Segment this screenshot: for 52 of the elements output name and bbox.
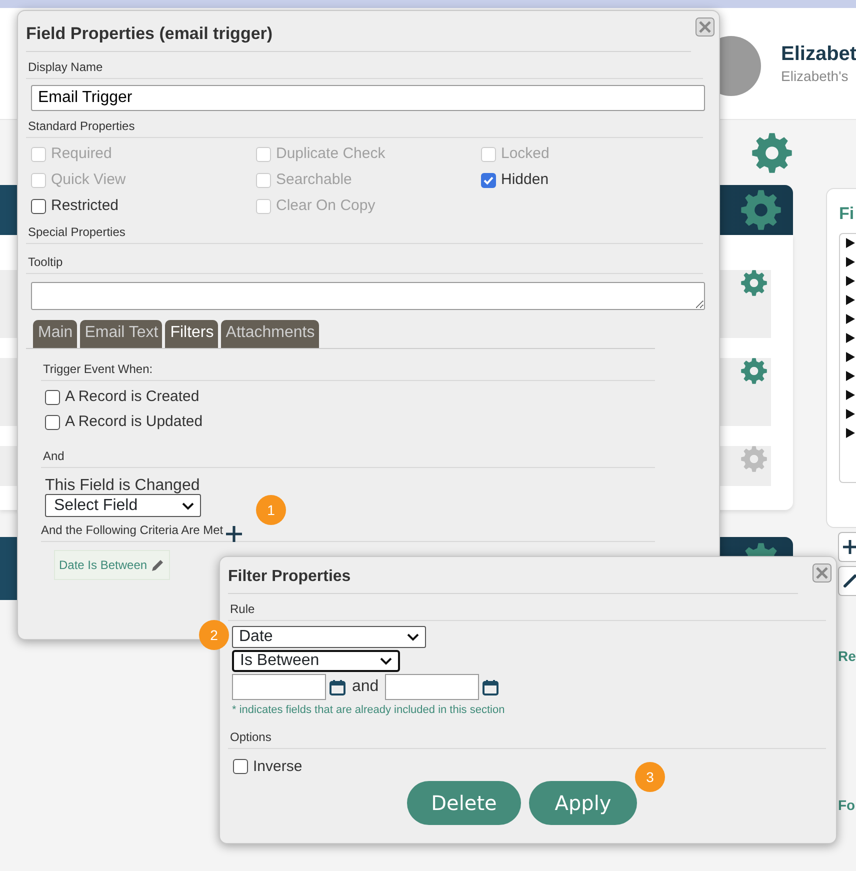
delete-button[interactable]: Delete	[407, 780, 521, 824]
display-name-field[interactable]: Email Trigger	[31, 85, 705, 111]
hint-text: * indicates fields that are already included in this section	[232, 703, 506, 718]
criteria-item[interactable]: Date Is Between	[54, 550, 170, 580]
field-dropdown[interactable]: Date	[232, 626, 426, 648]
settings-icon[interactable]	[741, 358, 767, 384]
end-date-field[interactable]	[384, 674, 479, 700]
checkbox[interactable]: Restricted	[31, 196, 256, 216]
section-label: And	[41, 444, 655, 468]
section-label: Special Properties	[26, 220, 703, 244]
tab[interactable]: Attachments	[220, 320, 319, 348]
caret-icon	[182, 502, 194, 510]
tooltip-field[interactable]	[31, 282, 705, 310]
section-label: Rule	[228, 597, 826, 621]
checkbox[interactable]: Hidden	[481, 170, 706, 190]
tab[interactable]: Email Text	[80, 320, 162, 348]
calendar-icon[interactable]	[329, 678, 346, 696]
add-icon	[843, 540, 856, 554]
caret-icon	[380, 657, 392, 665]
close-icon[interactable]	[695, 17, 715, 37]
pencil-icon[interactable]	[150, 558, 166, 572]
settings-icon[interactable]	[752, 132, 792, 172]
checkbox[interactable]: A Record is Created	[45, 387, 655, 407]
dialog-title: Filter Properties	[228, 567, 351, 587]
checkbox[interactable]: A Record is Updated	[45, 412, 655, 432]
section-label: Options	[228, 724, 826, 748]
section-label: And the Following Criteria Are Met	[41, 522, 224, 539]
and-label: and	[352, 677, 379, 697]
calendar-icon[interactable]	[482, 678, 499, 696]
operator-dropdown[interactable]: Is Between	[232, 650, 400, 672]
start-date-field[interactable]	[232, 674, 326, 700]
checkmark-icon	[483, 174, 494, 186]
caret-icon	[407, 633, 419, 641]
section-label: Standard Properties	[26, 114, 703, 138]
panel-title: Re	[837, 647, 856, 666]
panel-title: Fi	[839, 203, 856, 225]
close-icon[interactable]	[812, 563, 832, 583]
user-name: Elizabet	[781, 42, 856, 66]
panel-title: Fo	[837, 796, 856, 815]
section-label: Display Name	[26, 55, 703, 79]
select-field-dropdown[interactable]: Select Field	[45, 494, 201, 517]
user-subtitle: Elizabeth's	[781, 67, 850, 86]
section-label: Trigger Event When:	[41, 357, 655, 381]
field-label: This Field is Changed	[45, 478, 200, 494]
tab[interactable]: Filters	[165, 320, 218, 348]
apply-button[interactable]: Apply	[529, 780, 637, 824]
section-label: Tooltip	[26, 250, 703, 274]
dialog-title: Field Properties (email trigger)	[26, 23, 273, 45]
settings-icon[interactable]	[741, 190, 781, 230]
add-icon[interactable]	[225, 525, 244, 543]
tab[interactable]: Main	[33, 320, 77, 348]
settings-icon[interactable]	[741, 270, 767, 296]
